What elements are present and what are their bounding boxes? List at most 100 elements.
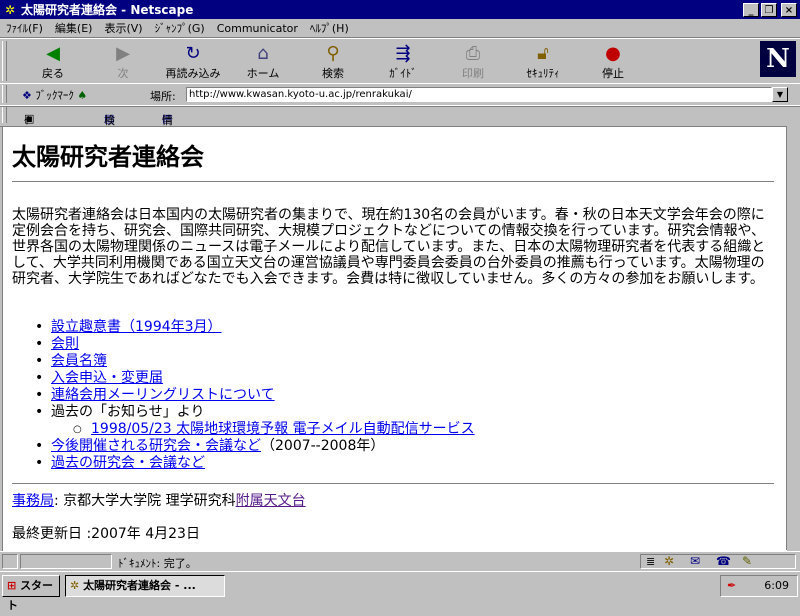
reload-button[interactable]: ↻ 再読み込み	[158, 43, 228, 81]
divider	[12, 181, 774, 183]
upcoming-years-text: （2007--2008年）	[261, 438, 385, 454]
list-item: 会則	[33, 336, 475, 353]
menu-help[interactable]: ﾍﾙﾌﾟ(H)	[304, 20, 355, 36]
back-button[interactable]: ◀ 戻る	[18, 43, 88, 81]
forward-label: 次	[117, 67, 129, 80]
location-label: 場所:	[150, 90, 176, 103]
search-icon: ⚲	[326, 43, 340, 64]
mail-icon[interactable]: ✉	[690, 554, 700, 568]
security-status-icon[interactable]	[2, 554, 18, 569]
newsgroups-icon[interactable]: ☎	[716, 554, 731, 568]
list-item: 連絡会用メーリングリストについて	[33, 387, 475, 404]
security-label: ｾｷｭﾘﾃｨ	[526, 67, 560, 80]
minimize-button[interactable]: _	[743, 2, 759, 17]
list-item: 設立趣意書（1994年3月）	[33, 319, 475, 336]
system-tray: ✒ 6:09	[720, 575, 798, 597]
url-input[interactable]: http://www.kwasan.kyoto-u.ac.jp/renrakuk…	[186, 87, 772, 102]
clock[interactable]: 6:09	[764, 576, 789, 596]
guide-button[interactable]: ⇶ ｶﾞｲﾄﾞ	[368, 43, 438, 81]
print-label: 印刷	[462, 67, 484, 80]
past-notice-text: 過去の「お知らせ」より	[51, 404, 205, 420]
forecast-service-link[interactable]: 1998/05/23 太陽地球環境予報 電子メイル自動配信サービス	[91, 421, 475, 437]
maximize-button[interactable]: ❐	[761, 2, 777, 17]
office-link[interactable]: 事務局	[12, 493, 54, 509]
list-item: 過去の研究会・会議など	[33, 455, 475, 472]
menu-communicator[interactable]: Communicator	[211, 22, 304, 35]
component-bar-grip-icon[interactable]: ≣	[646, 555, 655, 568]
stop-icon: ●	[605, 43, 621, 64]
members-link[interactable]: 会員名簿	[51, 353, 107, 369]
chevron-down-icon: ▼	[776, 90, 784, 99]
status-text: ﾄﾞｷｭﾒﾝﾄ: 完了。	[118, 557, 197, 570]
bookmarks-label: ﾌﾞｯｸﾏｰｸ	[35, 89, 74, 102]
ime-pen-icon[interactable]: ✒	[727, 576, 736, 596]
list-item: 過去の「お知らせ」より	[33, 404, 475, 421]
menu-bar: ﾌｧｲﾙ(F) 編集(E) 表示(V) ｼﾞｬﾝﾌﾟ(G) Communicat…	[0, 19, 800, 38]
netscape-logo[interactable]: N	[760, 41, 796, 77]
progress-field	[20, 554, 112, 569]
netscape-window-icon[interactable]: ✲	[3, 3, 17, 17]
observatory-link[interactable]: 附属天文台	[236, 493, 306, 509]
menu-go[interactable]: ｼﾞｬﾝﾌﾟ(G)	[149, 20, 211, 36]
list-item: 会員名簿	[33, 353, 475, 370]
page-heading: 太陽研究者連絡会	[12, 143, 204, 171]
search-label: 検索	[322, 67, 344, 80]
print-button[interactable]: ⎙ 印刷	[438, 43, 508, 81]
rules-link[interactable]: 会則	[51, 336, 79, 352]
page-proxy-icon[interactable]: ♠	[77, 89, 87, 102]
upcoming-meetings-link[interactable]: 今後開催される研究会・会議など	[51, 438, 261, 454]
window-title: 太陽研究者連絡会 - Netscape	[21, 3, 194, 17]
stop-button[interactable]: ● 停止	[578, 43, 648, 81]
title-bar: ✲ 太陽研究者連絡会 - Netscape _ ❐ ×	[0, 0, 800, 19]
menu-view[interactable]: 表示(V)	[98, 20, 148, 36]
list-item: 入会申込・変更届	[33, 370, 475, 387]
search-button[interactable]: ⚲ 検索	[298, 43, 368, 81]
taskbar-item-label: 太陽研究者連絡会 - ...	[83, 579, 196, 592]
office-line: 事務局: 京都大学大学院 理学研究科附属天文台	[12, 490, 306, 510]
windows-logo-icon: ⊞	[7, 579, 17, 592]
url-dropdown-button[interactable]: ▼	[772, 87, 788, 102]
personal-grip[interactable]	[2, 107, 7, 123]
list-item: 1998/05/23 太陽地球環境予報 電子メイル自動配信サービス	[33, 421, 475, 438]
composer-icon[interactable]: ✎	[742, 554, 752, 568]
security-button[interactable]: 🔓︎ ｾｷｭﾘﾃｨ	[508, 43, 578, 81]
past-meetings-link[interactable]: 過去の研究会・会議など	[51, 455, 205, 471]
forward-arrow-icon: ▶	[116, 43, 130, 64]
navigation-toolbar: ◀ 戻る ▶ 次 ↻ 再読み込み ⌂ ホーム ⚲ 検索 ⇶ ｶﾞｲﾄﾞ ⎙ 印刷…	[0, 38, 800, 84]
printer-icon: ⎙	[465, 43, 481, 64]
toolbar-grip[interactable]	[2, 41, 7, 81]
menu-edit[interactable]: 編集(E)	[49, 20, 99, 36]
personal-toolbar: ▣ ｲﾝﾀｰﾈｯﾄ ▤ 検索 ▤ 情報	[0, 105, 800, 223]
join-link[interactable]: 入会申込・変更届	[51, 370, 163, 386]
home-label: ホーム	[246, 67, 280, 80]
start-button[interactable]: ⊞ スタート	[2, 575, 60, 612]
menu-file[interactable]: ﾌｧｲﾙ(F)	[0, 20, 49, 36]
list-item: 今後開催される研究会・会議など（2007--2008年）	[33, 438, 475, 455]
back-arrow-icon: ◀	[46, 43, 60, 64]
guide-label: ｶﾞｲﾄﾞ	[389, 67, 417, 80]
taskbar: ⊞ スタート ✲ 太陽研究者連絡会 - ... ✒ 6:09	[0, 571, 800, 612]
close-button[interactable]: ×	[781, 2, 797, 17]
lock-icon: 🔓︎	[537, 43, 549, 64]
forward-button[interactable]: ▶ 次	[88, 43, 158, 81]
netscape-task-icon: ✲	[70, 579, 80, 592]
bookmark-icon: ❖	[22, 89, 32, 102]
location-grip[interactable]	[2, 85, 7, 103]
vertical-scrollbar[interactable]	[786, 126, 800, 550]
home-button[interactable]: ⌂ ホーム	[228, 43, 298, 81]
intro-paragraph: 太陽研究者連絡会は日本国内の太陽研究者の集まりで、現在約130名の会員がいます。…	[12, 207, 766, 287]
guide-signpost-icon: ⇶	[395, 43, 411, 64]
stop-label: 停止	[602, 67, 624, 80]
taskbar-netscape-item[interactable]: ✲ 太陽研究者連絡会 - ...	[65, 575, 225, 597]
mailing-list-link[interactable]: 連絡会用メーリングリストについて	[51, 387, 275, 403]
reload-icon: ↻	[185, 43, 201, 64]
divider	[12, 483, 774, 485]
last-updated: 最終更新日 :2007年 4月23日	[12, 526, 200, 542]
bookmarks-button[interactable]: ❖ ﾌﾞｯｸﾏｰｸ ♠	[22, 87, 87, 103]
navigator-icon[interactable]: ✲	[664, 554, 674, 568]
back-label: 戻る	[42, 67, 64, 80]
reload-label: 再読み込み	[165, 67, 221, 80]
office-text: : 京都大学大学院 理学研究科	[54, 493, 236, 509]
location-bar: ❖ ﾌﾞｯｸﾏｰｸ ♠ 場所: http://www.kwasan.kyoto-…	[0, 83, 800, 107]
prospectus-link[interactable]: 設立趣意書（1994年3月）	[51, 319, 222, 335]
